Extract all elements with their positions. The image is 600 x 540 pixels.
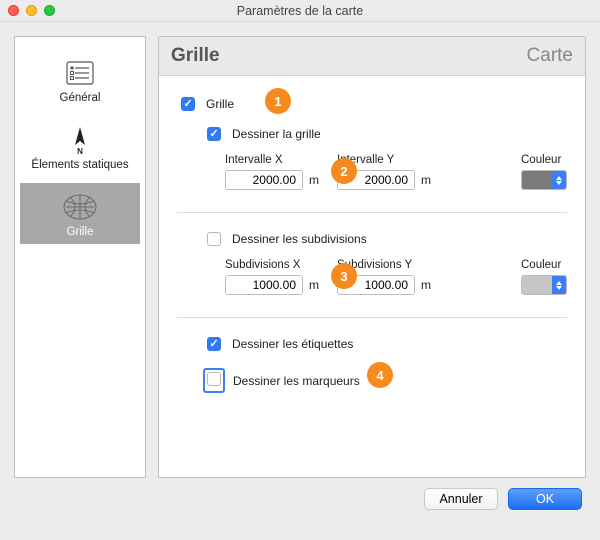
interval-x-input[interactable] [225, 170, 303, 190]
cancel-button[interactable]: Annuler [424, 488, 498, 510]
unit-m: m [309, 278, 319, 292]
color-swatch [522, 276, 552, 294]
interval-x-label: Intervalle X [225, 154, 319, 166]
callout-4: 4 [367, 362, 393, 388]
field-interval-x: Intervalle X m [225, 154, 319, 190]
color-picker-subdiv[interactable] [521, 275, 567, 295]
interval-group: Intervalle X m 2 Intervalle Y m Couleur [225, 154, 567, 190]
panel-header: Grille Carte [159, 37, 585, 76]
field-subdiv-x: Subdivisions X m [225, 259, 319, 295]
list-icon [60, 57, 100, 89]
unit-m: m [421, 278, 431, 292]
stepper-arrows-icon [552, 171, 566, 189]
sidebar: Général N Élements statiques [14, 36, 146, 478]
traffic-lights [8, 5, 55, 16]
label-draw-markers: Dessiner les marqueurs [233, 374, 360, 388]
label-draw-subdiv: Dessiner les subdivisions [232, 232, 367, 246]
compass-north-icon: N [60, 124, 100, 156]
content: Général N Élements statiques [0, 22, 600, 488]
field-color-subdiv: Couleur [521, 259, 567, 295]
ok-button[interactable]: OK [508, 488, 582, 510]
panel-context: Carte [527, 45, 573, 67]
row-draw-subdiv: Dessiner les subdivisions [177, 229, 567, 249]
separator [177, 212, 567, 213]
row-draw-markers: Dessiner les marqueurs 4 [177, 368, 567, 393]
zoom-icon[interactable] [44, 5, 55, 16]
callout-2: 2 [331, 158, 357, 184]
label-draw-labels: Dessiner les étiquettes [232, 337, 353, 351]
field-color-grid: Couleur [521, 154, 567, 190]
checkbox-draw-subdiv[interactable] [207, 232, 221, 246]
main-panel: Grille Carte Grille 1 Dessiner la grille… [158, 36, 586, 478]
row-draw-labels: Dessiner les étiquettes [177, 334, 567, 354]
highlight-markers-checkbox [203, 368, 225, 393]
subdiv-x-label: Subdivisions X [225, 259, 319, 271]
footer: Annuler OK [0, 488, 600, 524]
callout-3: 3 [331, 263, 357, 289]
window-title: Paramètres de la carte [0, 4, 600, 18]
callout-1: 1 [265, 88, 291, 114]
sidebar-item-label: Élements statiques [31, 159, 128, 171]
sidebar-item-general[interactable]: Général [20, 49, 140, 110]
color-picker-grid[interactable] [521, 170, 567, 190]
sidebar-item-grid[interactable]: Grille [20, 183, 140, 244]
color-label: Couleur [521, 259, 567, 271]
row-draw-grid: Dessiner la grille [177, 124, 567, 144]
checkbox-draw-labels[interactable] [207, 337, 221, 351]
sidebar-item-static[interactable]: N Élements statiques [20, 116, 140, 177]
panel-body: Grille 1 Dessiner la grille Intervalle X… [159, 76, 585, 421]
panel-title: Grille [171, 45, 220, 67]
sidebar-item-label: Grille [67, 226, 94, 238]
color-label: Couleur [521, 154, 567, 166]
stepper-arrows-icon [552, 276, 566, 294]
svg-text:N: N [77, 147, 83, 155]
label-grid: Grille [206, 97, 234, 111]
subdiv-group: Subdivisions X m 3 Subdivisions Y m Coul… [225, 259, 567, 295]
checkbox-draw-markers[interactable] [207, 372, 221, 386]
label-draw-grid: Dessiner la grille [232, 127, 321, 141]
minimize-icon[interactable] [26, 5, 37, 16]
subdiv-x-input[interactable] [225, 275, 303, 295]
checkbox-grid[interactable] [181, 97, 195, 111]
color-swatch [522, 171, 552, 189]
sidebar-item-label: Général [60, 92, 101, 104]
titlebar: Paramètres de la carte [0, 0, 600, 22]
unit-m: m [309, 173, 319, 187]
separator [177, 317, 567, 318]
unit-m: m [421, 173, 431, 187]
checkbox-draw-grid[interactable] [207, 127, 221, 141]
row-grid: Grille 1 [177, 94, 567, 114]
grid-icon [60, 191, 100, 223]
close-icon[interactable] [8, 5, 19, 16]
